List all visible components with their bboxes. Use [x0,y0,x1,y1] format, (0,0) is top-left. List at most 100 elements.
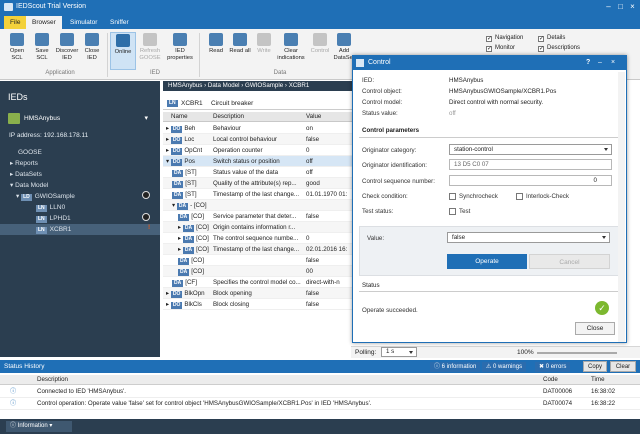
col-description[interactable]: Description [213,112,244,122]
write-button[interactable]: Write [251,32,277,70]
test-checkbox[interactable] [449,208,456,215]
table-row[interactable]: ▸ DO Loc Local control behaviour false [163,134,359,145]
table-row[interactable]: ▸ DO BlkOpn Block opening false [163,288,359,299]
help-icon[interactable]: ? [586,56,590,70]
tree-lphd1[interactable]: LN LPHD1 [0,213,160,224]
minimize-icon[interactable]: – [598,56,602,70]
col-description[interactable]: Description [37,375,68,385]
tree-lln0[interactable]: LN LLN0 [0,202,160,213]
row-name: ▸ DO BlkCls [166,299,202,309]
read-button[interactable]: Read [203,32,229,70]
table-row[interactable]: ▾ DO Pos Switch status or position off [163,156,359,167]
close-ied-button[interactable]: Close IED [79,32,105,70]
originator-identification-field[interactable]: 13 D5 C0 07 [449,159,612,170]
col-time[interactable]: Time [591,375,605,385]
interlock-checkbox[interactable] [516,193,523,200]
close-button[interactable]: Close [575,322,615,335]
control-button[interactable]: Control [307,32,333,70]
plug-icon [116,34,130,47]
table-row[interactable]: DA [CF] Specifies the control model co... d… [163,277,359,288]
row-label: [CO] [191,213,204,220]
zoom-slider[interactable] [537,352,617,354]
row-description: Block closing [213,301,250,308]
synchrocheck-checkbox[interactable] [449,193,456,200]
row-label: [CO] [196,224,209,231]
read-all-button[interactable]: Read all [227,32,253,70]
value-label: Value: [367,235,385,242]
dialog-scrollbar[interactable] [618,72,625,342]
discover-ied-button[interactable]: Discover IED [54,32,80,70]
tree-reports[interactable]: ▸ Reports [0,158,160,169]
tree-gwiosample[interactable]: ▾ LD GWIOSample [0,191,160,202]
check-monitor[interactable]: ✓ Monitor [486,44,515,52]
table-row[interactable]: ▸ DA [CO] Timestamp of the last change... 0… [163,244,359,255]
open-scl-button[interactable]: Open SCL [4,32,30,70]
error-filter[interactable]: ✖ 0 errors [535,362,571,372]
clear-indications-button[interactable]: Clear indications [276,32,306,70]
history-description: Connected to IED 'HMSAnybus'. [37,388,127,395]
table-row[interactable]: DA [CO] 00 [163,266,359,277]
save-scl-button[interactable]: Save SCL [29,32,55,70]
table-row[interactable]: ▸ DA [CO] The control sequence numbe... 0 [163,233,359,244]
row-label: [ST] [185,191,197,198]
originator-identification-label: Originator identification: [362,162,428,169]
tree-xcbr1[interactable]: LN XCBR1 [0,224,160,235]
row-tag: DA [182,236,195,243]
table-row[interactable]: DA [CO] false [163,255,359,266]
tab-file[interactable]: File [4,16,27,29]
table-row[interactable]: ▸ DO OpCnt Operation counter 0 [163,145,359,156]
polling-bar: Polling: 1 s 100% [351,346,640,358]
log-filter-select[interactable]: ⓘ Information ▾ [6,421,72,432]
control-sequence-stepper[interactable]: 0 [449,175,612,186]
warning-filter[interactable]: ⚠ 0 warnings [482,362,527,372]
table-row[interactable]: DA [ST] Quality of the attribute(s) rep...… [163,178,359,189]
refresh-icon [143,33,157,46]
minimize-button[interactable]: – [603,2,614,12]
ied-selector[interactable]: HMSAnybus ▾ [6,111,154,127]
copy-button[interactable]: Copy [583,361,607,372]
ied-properties-button[interactable]: IED properties [165,32,195,70]
check-navigation[interactable]: ✓ Navigation [486,34,523,42]
row-label: Beh [184,125,196,132]
tab-simulator[interactable]: Simulator [64,16,103,29]
control-icon [356,59,364,67]
info-filter[interactable]: ⓘ 6 information [430,362,481,372]
table-row[interactable]: DA [ST] Status value of the data off [163,167,359,178]
tab-browser[interactable]: Browser [26,16,62,29]
col-name[interactable]: Name [171,112,188,122]
polling-select[interactable]: 1 s [381,347,417,357]
close-window-button[interactable]: × [627,2,638,12]
row-label: [CF] [185,279,197,286]
originator-category-select[interactable]: station-control [449,144,612,155]
col-value[interactable]: Value [306,112,321,122]
clear-button[interactable]: Clear [610,361,636,372]
table-row[interactable]: DA [CO] Service parameter that deter... fal… [163,211,359,222]
close-icon[interactable]: × [611,56,615,70]
table-row[interactable]: DA [ST] Timestamp of the last change... 01.… [163,189,359,200]
row-name: ▸ DO OpCnt [166,145,202,155]
interlock-label: Interlock-Check [526,193,569,200]
row-tag: DA [178,258,190,265]
table-row[interactable]: ▸ DO BlkCls Block closing false [163,299,359,310]
table-row[interactable]: ▾ DA - [CO] [163,200,359,211]
tree-data-model[interactable]: ▾ Data Model [0,180,160,191]
row-name: ▸ DO BlkOpn [166,288,205,298]
history-row[interactable]: ⓘ Connected to IED 'HMSAnybus'. DAT00006… [0,386,640,398]
refresh-goose-button[interactable]: Refresh GOOSE [137,32,163,70]
operate-button[interactable]: Operate [447,254,527,269]
row-tag: DO [170,137,183,144]
online-button[interactable]: Online [110,32,136,70]
tree-goose[interactable]: GOOSE [0,147,160,158]
value-select[interactable]: false [447,232,610,243]
history-row[interactable]: ⓘ Control operation: Operate value 'fals… [0,398,640,410]
tree-datasets[interactable]: ▸ DataSets [0,169,160,180]
cancel-button[interactable]: Cancel [529,254,610,269]
col-code[interactable]: Code [543,375,558,385]
tab-sniffer[interactable]: Sniffer [104,16,135,29]
maximize-button[interactable]: □ [615,2,626,12]
check-descriptions[interactable]: ✓ Descriptions [538,44,580,52]
row-tag: DA [172,192,184,199]
table-row[interactable]: ▸ DO Beh Behaviour on [163,123,359,134]
check-details[interactable]: ✓ Details [538,34,565,42]
table-row[interactable]: ▸ DA [CO] Origin contains information r... [163,222,359,233]
